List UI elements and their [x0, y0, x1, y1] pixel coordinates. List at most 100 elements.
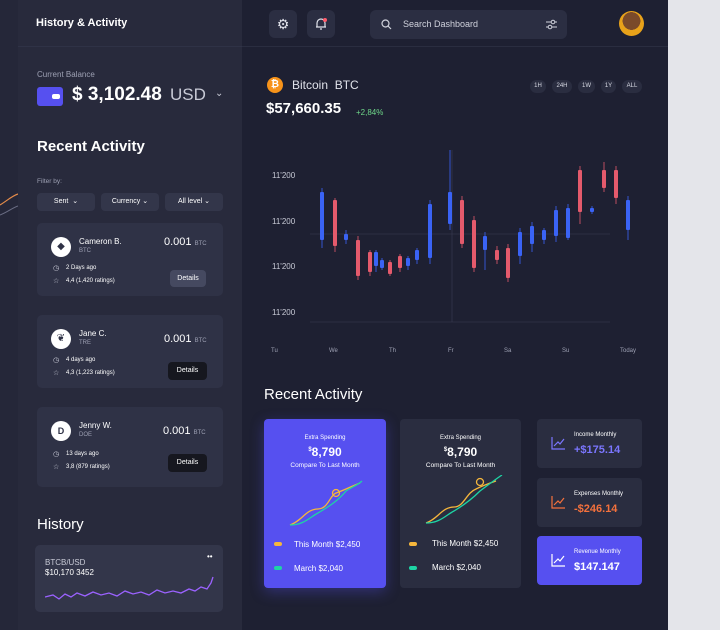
- recent-activity-section-title: Recent Activity: [264, 386, 363, 403]
- candle-body: [614, 170, 618, 198]
- activity-amount: 0.001 BTC: [164, 236, 207, 248]
- x-tick-label: Fr: [448, 348, 454, 354]
- leaf-coin-icon: ❦: [51, 329, 71, 349]
- candle-body: [495, 250, 499, 260]
- clock-icon: ◷: [53, 357, 60, 364]
- x-tick-label: Su: [562, 348, 570, 354]
- candle-body: [398, 256, 402, 268]
- card-compare: Compare To Last Month: [425, 462, 496, 469]
- y-tick-label: 11'200: [272, 308, 296, 317]
- timeframe-1h[interactable]: 1H: [530, 80, 546, 93]
- clock-icon: ◷: [53, 451, 60, 458]
- income-monthly-card[interactable]: Income Monthly +$175.14: [537, 419, 642, 468]
- more-icon[interactable]: ••: [207, 552, 213, 561]
- activity-card: D Jenny W. DOE 0.001 BTC ◷ 13 days ago ☆…: [37, 407, 223, 487]
- ethereum-icon: ◆: [51, 237, 71, 257]
- dash-coin-icon: D: [51, 421, 71, 441]
- filter-sent-dropdown[interactable]: Sent ⌄: [37, 193, 95, 211]
- user-avatar[interactable]: [619, 11, 644, 36]
- filter-currency-dropdown[interactable]: Currency ⌄: [101, 193, 159, 211]
- settings-button[interactable]: ⚙: [269, 10, 297, 38]
- search-icon: [381, 19, 392, 30]
- growth-chart-icon: [551, 437, 565, 450]
- activity-code: BTC: [79, 248, 91, 254]
- candle-body: [602, 170, 606, 188]
- x-tick-label: We: [329, 348, 338, 354]
- candle-body: [506, 248, 510, 278]
- activity-time: 2 Days ago: [66, 265, 97, 271]
- star-icon: ☆: [53, 370, 60, 377]
- timeframe-1w[interactable]: 1W: [578, 80, 595, 93]
- legend-march: March $2,040: [294, 564, 343, 573]
- revenue-monthly-card[interactable]: Revenue Monthly $147.147: [537, 536, 642, 585]
- expenses-monthly-card[interactable]: Expenses Monthly -$246.14: [537, 478, 642, 527]
- activity-name: Jane C.: [79, 329, 107, 338]
- star-icon: ☆: [53, 278, 60, 285]
- candle-body: [368, 252, 372, 272]
- recent-activity-title: Recent Activity: [37, 138, 145, 155]
- details-button[interactable]: Details: [168, 454, 207, 472]
- candle-body: [406, 258, 410, 266]
- details-button[interactable]: Details: [170, 270, 206, 287]
- candle-body: [428, 204, 432, 258]
- star-icon: ☆: [53, 464, 60, 471]
- comparison-line-chart: [425, 475, 503, 524]
- activity-rating: 4,4 (1,420 ratings): [66, 278, 115, 284]
- card-label: Extra Spending: [304, 435, 346, 441]
- filter-sent-label: Sent: [53, 198, 69, 205]
- filter-sliders-icon[interactable]: [545, 18, 558, 31]
- timeframe-24h[interactable]: 24H: [552, 80, 572, 93]
- candle-body: [344, 234, 348, 240]
- x-tick-label: Tu: [271, 348, 278, 354]
- extra-spending-card[interactable]: Extra Spending $8,790 Compare To Last Mo…: [264, 419, 386, 588]
- sidebar: History & Activity Current Balance $ 3,1…: [18, 0, 242, 630]
- dashboard-app: History & Activity Current Balance $ 3,1…: [0, 0, 668, 630]
- legend-this-month: This Month $2,450: [294, 540, 361, 549]
- candle-body: [578, 170, 582, 212]
- filter-level-dropdown[interactable]: All level ⌄: [165, 193, 223, 211]
- y-tick-label: 11'200: [272, 262, 296, 271]
- chevron-down-icon: ⌄: [202, 198, 210, 205]
- timeframe-all[interactable]: ALL: [622, 80, 642, 93]
- search-box[interactable]: Search Dashboard: [370, 10, 567, 39]
- growth-chart-icon: [551, 554, 565, 567]
- search-input[interactable]: Search Dashboard: [403, 19, 478, 29]
- activity-name: Jenny W.: [79, 421, 112, 430]
- balance-amount: $ 3,102.48: [72, 84, 162, 105]
- comparison-line-chart: [289, 480, 363, 526]
- activity-time: 13 days ago: [66, 451, 99, 457]
- currency-chevron-down-icon[interactable]: ⌄: [215, 88, 223, 99]
- y-tick-label: 11'200: [272, 171, 296, 180]
- card-value: $8,790: [443, 445, 478, 459]
- x-tick-label: Th: [389, 348, 397, 354]
- clock-icon: ◷: [53, 265, 60, 272]
- x-tick-label: Today: [620, 348, 637, 354]
- activity-name: Cameron B.: [79, 237, 122, 246]
- balance-currency: USD: [170, 85, 206, 104]
- candle-body: [448, 192, 452, 224]
- activity-card: ◆ Cameron B. BTC 0.001 BTC ◷ 2 Days ago …: [37, 223, 223, 296]
- timeframe-1y[interactable]: 1Y: [601, 80, 616, 93]
- activity-amount: 0.001 BTC: [163, 425, 206, 437]
- candle-body: [626, 200, 630, 230]
- revenue-label: Revenue Monthly: [574, 549, 621, 555]
- history-title: History: [37, 516, 84, 533]
- card-compare: Compare To Last Month: [290, 462, 360, 469]
- candle-body: [590, 208, 594, 212]
- history-card[interactable]: BTCB/USD $10,170 3452 ••: [35, 545, 223, 612]
- history-sparkline: [45, 576, 214, 600]
- candle-body: [333, 200, 337, 246]
- details-button[interactable]: Details: [168, 362, 207, 380]
- bitcoin-icon: ₿: [267, 77, 283, 93]
- bell-icon: [316, 18, 327, 30]
- extra-spending-card[interactable]: Extra Spending $8,790 Compare To Last Mo…: [400, 419, 521, 588]
- coin-price: $57,660.35: [266, 100, 342, 117]
- candlestick-chart: [310, 150, 630, 323]
- candle-body: [518, 232, 522, 256]
- left-edge-panel: [0, 0, 19, 630]
- legend-swatch: [274, 566, 282, 570]
- notifications-button[interactable]: [307, 10, 335, 38]
- expenses-value: -$246.14: [574, 503, 618, 515]
- income-label: Income Monthly: [574, 432, 617, 438]
- candle-body: [388, 262, 392, 274]
